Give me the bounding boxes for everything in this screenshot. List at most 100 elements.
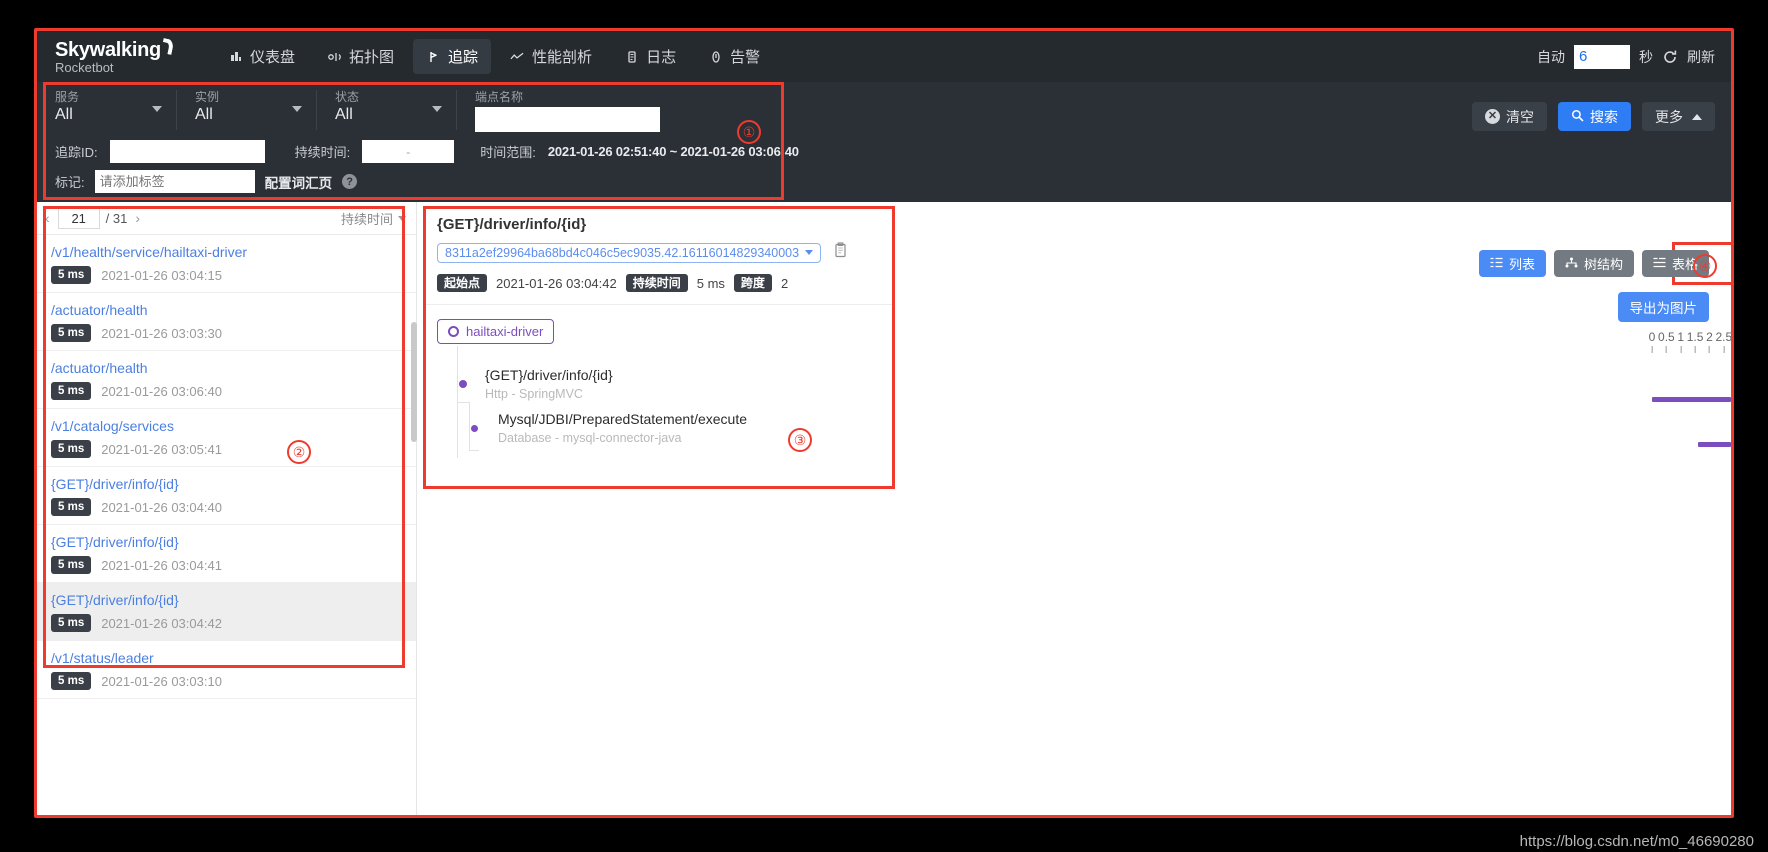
- service-filter[interactable]: 服务 All: [37, 90, 177, 130]
- clear-button[interactable]: ✕ 清空: [1472, 102, 1547, 131]
- vocab-config-link[interactable]: 配置词汇页: [265, 172, 333, 192]
- span-dot-icon: [471, 424, 478, 432]
- list-item[interactable]: /actuator/health 5 ms 2021-01-26 03:03:3…: [37, 293, 416, 351]
- trace-id-select[interactable]: 8311a2ef29964ba68bd4c046c5ec9035.42.1611…: [437, 242, 822, 263]
- nav-item-topology[interactable]: 拓扑图: [314, 39, 407, 74]
- service-ring-icon: [448, 326, 459, 337]
- brand-logo: Skywalking Rocketbot: [55, 38, 195, 75]
- list-item[interactable]: /actuator/health 5 ms 2021-01-26 03:06:4…: [37, 351, 416, 409]
- filter-action-buttons: ✕ 清空 搜索 更多: [1472, 102, 1715, 131]
- search-button[interactable]: 搜索: [1558, 102, 1631, 131]
- view-mode-tree-label: 树结构: [1583, 257, 1623, 272]
- alarm-icon: [708, 49, 723, 64]
- trace-meta-row: 起始点 2021-01-26 03:04:42 持续时间 5 ms 跨度 2: [437, 274, 881, 292]
- nav-item-profile[interactable]: 性能剖析: [497, 39, 605, 74]
- trace-meta: 5 ms 2021-01-26 03:04:42: [51, 614, 404, 632]
- export-image-button[interactable]: 导出为图片: [1617, 292, 1709, 322]
- tags-input[interactable]: [94, 170, 255, 193]
- view-mode-tree-button[interactable]: 树结构: [1553, 250, 1634, 277]
- span-row[interactable]: Mysql/JDBI/PreparedStatement/execute Dat…: [443, 406, 881, 450]
- endpoint-filter-label: 端点名称: [475, 90, 524, 104]
- list-item[interactable]: {GET}/driver/info/{id} 5 ms 2021-01-26 0…: [37, 525, 416, 583]
- page-title: {GET}/driver/info/{id}: [437, 216, 587, 233]
- time-range-label: 时间范围:: [480, 145, 536, 160]
- trace-name: {GET}/driver/info/{id}: [51, 476, 179, 492]
- vertical-scrollbar[interactable]: [411, 322, 417, 442]
- nav-item-alarm[interactable]: 告警: [695, 39, 773, 74]
- span-bar[interactable]: [1697, 442, 1731, 447]
- tree-connector: [469, 450, 479, 451]
- axis-tick: 0.5: [1658, 330, 1675, 353]
- question-mark-icon[interactable]: ?: [342, 174, 358, 189]
- copy-icon[interactable]: [833, 242, 848, 263]
- chevron-right-icon[interactable]: ›: [133, 210, 142, 226]
- span-bar[interactable]: [1652, 397, 1731, 402]
- endpoint-name-input[interactable]: [475, 107, 660, 132]
- more-button-label: 更多: [1655, 108, 1683, 125]
- trace-duration-badge: 5 ms: [51, 672, 92, 690]
- trace-timestamp: 2021-01-26 03:04:15: [101, 267, 222, 283]
- brand-swoosh-icon: [160, 38, 175, 55]
- nav-item-trace[interactable]: 追踪: [413, 39, 492, 74]
- pagination: ‹ / 31 ›: [43, 207, 142, 229]
- list-item-selected[interactable]: {GET}/driver/info/{id} 5 ms 2021-01-26 0…: [37, 583, 416, 641]
- trace-meta: 5 ms 2021-01-26 03:04:15: [51, 266, 404, 284]
- span-count-label: 跨度: [733, 274, 772, 292]
- list-item[interactable]: /v1/status/leader 5 ms 2021-01-26 03:03:…: [37, 641, 416, 699]
- instance-filter[interactable]: 实例 All: [177, 90, 317, 130]
- refresh-icon[interactable]: [1662, 49, 1678, 65]
- time-range-value[interactable]: 2021-01-26 02:51:40 ~ 2021-01-26 03:06:4…: [548, 144, 799, 159]
- trace-duration-badge: 5 ms: [51, 614, 92, 632]
- annotation-number-1: ①: [737, 120, 761, 144]
- trace-duration-badge: 5 ms: [51, 324, 92, 342]
- search-button-label: 搜索: [1590, 108, 1618, 125]
- more-button[interactable]: 更多: [1642, 102, 1715, 131]
- trace-duration-badge: 5 ms: [51, 382, 92, 400]
- status-filter-label: 状态: [335, 90, 360, 104]
- view-mode-buttons: 列表 树结构 表格: [1478, 250, 1709, 277]
- trace-name: /v1/health/service/hailtaxi-driver: [51, 244, 248, 260]
- list-item[interactable]: /v1/catalog/services 5 ms 2021-01-26 03:…: [37, 409, 416, 467]
- nav-item-profile-label: 性能剖析: [532, 49, 593, 66]
- service-chip[interactable]: hailtaxi-driver: [437, 319, 555, 344]
- auto-refresh-seconds-input[interactable]: [1574, 44, 1630, 69]
- refresh-label[interactable]: 刷新: [1687, 47, 1715, 67]
- nav-item-log[interactable]: 日志: [611, 39, 689, 74]
- table-icon: [1653, 256, 1666, 271]
- page-number-input[interactable]: [57, 207, 100, 229]
- auto-refresh-label: 自动: [1537, 48, 1565, 65]
- view-mode-list-button[interactable]: 列表: [1478, 250, 1546, 277]
- trace-name: /actuator/health: [51, 360, 148, 376]
- filter-row-traceid: 追踪ID: 持续时间: - 时间范围: 2021-01-26 02:51:40 …: [37, 138, 1731, 163]
- topology-icon: [327, 49, 342, 64]
- nav-item-dashboard[interactable]: 仪表盘: [215, 39, 308, 74]
- chevron-left-icon[interactable]: ‹: [43, 210, 52, 226]
- axis-tick-mark: [1665, 346, 1667, 353]
- trace-timestamp: 2021-01-26 03:04:40: [101, 499, 222, 515]
- trace-duration-badge: 5 ms: [51, 498, 92, 516]
- trace-name: {GET}/driver/info/{id}: [51, 592, 179, 608]
- app-window: Skywalking Rocketbot 仪表盘 拓扑图 追踪 性能剖析 日志 …: [34, 28, 1734, 818]
- list-item[interactable]: {GET}/driver/info/{id} 5 ms 2021-01-26 0…: [37, 467, 416, 525]
- status-filter[interactable]: 状态 All: [317, 90, 457, 130]
- trace-meta: 5 ms 2021-01-26 03:03:30: [51, 324, 404, 342]
- span-name: Mysql/JDBI/PreparedStatement/execute: [498, 411, 748, 427]
- axis-tick: 0: [1649, 330, 1655, 353]
- duration-range-input[interactable]: -: [362, 140, 455, 163]
- filter-panel-wrapper: 服务 All 实例 All 状态 All 端点名称 ✕ 清空 搜索 更多 追踪I…: [37, 82, 1731, 202]
- sort-control[interactable]: 持续时间: [341, 209, 406, 228]
- footer-url: https://blog.csdn.net/m0_46690280: [1519, 833, 1754, 850]
- trace-meta: 5 ms 2021-01-26 03:04:40: [51, 498, 404, 516]
- start-time-value: 2021-01-26 03:04:42: [496, 275, 617, 291]
- list-item[interactable]: /v1/health/service/hailtaxi-driver 5 ms …: [37, 235, 416, 293]
- brand-subtitle: Rocketbot: [55, 60, 114, 75]
- axis-tick-label: 0.5: [1658, 330, 1675, 344]
- axis-tick: 2: [1706, 330, 1713, 353]
- span-row[interactable]: {GET}/driver/info/{id} Http - SpringMVC: [443, 362, 881, 406]
- search-icon: [1571, 109, 1584, 125]
- filter-panel: 服务 All 实例 All 状态 All 端点名称 ✕ 清空 搜索 更多 追踪I…: [37, 82, 1731, 202]
- trace-name: {GET}/driver/info/{id}: [51, 534, 179, 550]
- span-component: Http - SpringMVC: [485, 387, 583, 401]
- instance-filter-value: All: [195, 106, 213, 123]
- trace-id-input[interactable]: [109, 140, 265, 163]
